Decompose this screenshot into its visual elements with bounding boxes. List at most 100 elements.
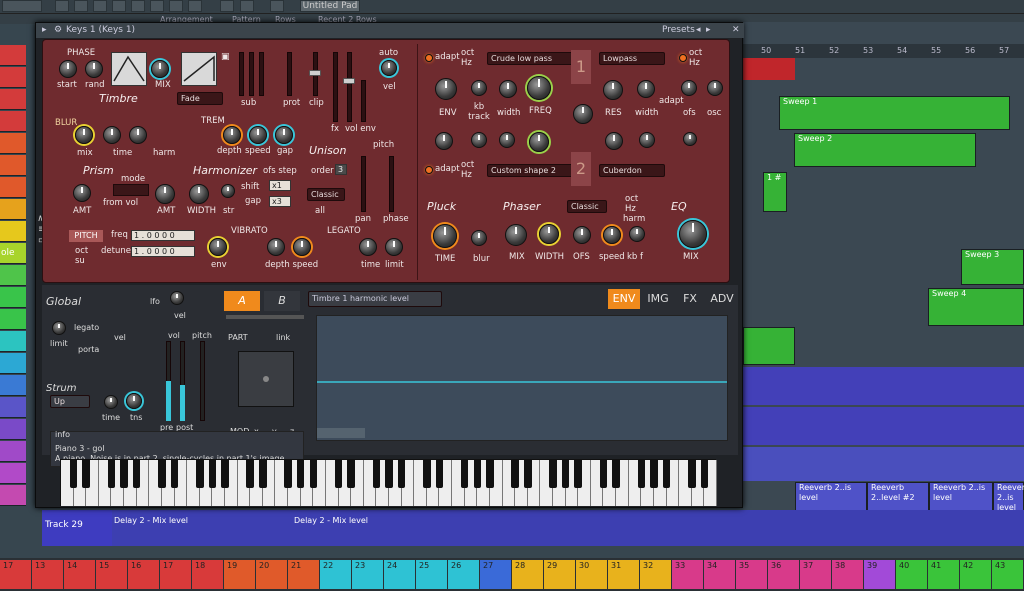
bar-ruler-cell[interactable]: 18 xyxy=(192,560,223,589)
tab-adv[interactable]: ADV xyxy=(706,289,738,309)
automation-lane[interactable] xyxy=(743,447,1024,481)
tab-img[interactable]: IMG xyxy=(642,289,674,309)
bar-ruler-cell[interactable]: 36 xyxy=(768,560,799,589)
black-key[interactable] xyxy=(650,460,658,488)
tab-env[interactable]: ENV xyxy=(608,289,640,309)
close-icon[interactable]: ✕ xyxy=(732,23,740,38)
bar-ruler-cell[interactable]: 34 xyxy=(704,560,735,589)
black-key[interactable] xyxy=(637,460,646,488)
filter1-width2-knob[interactable] xyxy=(637,80,655,98)
filter2-type-dropdown[interactable]: Custom shape 2 xyxy=(487,164,577,177)
track-color-tab[interactable] xyxy=(0,177,26,198)
black-key[interactable] xyxy=(334,460,343,488)
bar-ruler-cell[interactable]: 31 xyxy=(608,560,639,589)
filter2-knob-1[interactable] xyxy=(435,132,453,150)
track-color-tab[interactable] xyxy=(0,287,26,308)
env-target-dropdown[interactable]: Timbre 1 harmonic level xyxy=(308,291,442,307)
bar-ruler[interactable]: 17 13 14 15 16 17 18 19 20 21 22 23 24 25 26 27 28 29 30 31… xyxy=(0,558,1024,591)
tab-fx[interactable]: FX xyxy=(676,289,704,309)
track-color-tab[interactable] xyxy=(0,375,26,396)
vibrato-env-knob[interactable] xyxy=(209,238,227,256)
black-key[interactable] xyxy=(561,460,570,488)
part-a-button[interactable]: A xyxy=(224,291,260,311)
phase-fader[interactable] xyxy=(389,156,394,212)
bar-ruler-cell[interactable]: 43 xyxy=(992,560,1023,589)
track-color-tab[interactable] xyxy=(0,221,26,242)
strum-time-knob[interactable] xyxy=(104,395,118,409)
strum-tns-knob[interactable] xyxy=(126,393,142,409)
track-color-tab[interactable] xyxy=(0,309,26,330)
filter2-knob-2[interactable] xyxy=(471,132,487,148)
unison-mode-dropdown[interactable]: Classic xyxy=(307,188,345,201)
black-key[interactable] xyxy=(69,460,78,488)
trem-gap-knob[interactable] xyxy=(275,126,293,144)
vol-fader-handle[interactable] xyxy=(343,78,355,84)
wave-lock-icon[interactable]: ▣ xyxy=(221,52,230,62)
part-b-button[interactable]: B xyxy=(264,291,300,311)
track-color-tab[interactable] xyxy=(0,441,26,462)
phaser-mode-dropdown[interactable]: Classic xyxy=(567,200,607,213)
filter2-knob-5[interactable] xyxy=(605,132,623,150)
phaser-mix-knob[interactable] xyxy=(505,224,527,246)
filter2-knob-6[interactable] xyxy=(639,132,655,148)
black-key[interactable] xyxy=(132,460,141,488)
pattern-selector[interactable]: Untitled Pad xyxy=(300,0,360,12)
bar-ruler-cell[interactable]: 39 xyxy=(864,560,895,589)
filter1-width-knob[interactable] xyxy=(499,80,517,98)
black-key[interactable] xyxy=(612,460,620,488)
bar-ruler-cell[interactable]: 23 xyxy=(352,560,383,589)
vibrato-depth-knob[interactable] xyxy=(267,238,285,256)
black-key[interactable] xyxy=(82,460,90,488)
toolbar-button[interactable] xyxy=(112,0,126,12)
env-fader[interactable] xyxy=(361,80,366,122)
track-color-tab[interactable] xyxy=(0,485,26,506)
filter2-mode-dropdown[interactable]: Cuberdon xyxy=(599,164,665,177)
bar-ruler-cell[interactable]: 15 xyxy=(96,560,127,589)
bar-ruler-cell[interactable]: 19 xyxy=(224,560,255,589)
gap-value[interactable]: x3 xyxy=(269,196,291,207)
toolbar-button[interactable] xyxy=(150,0,164,12)
track-color-tab[interactable] xyxy=(0,419,26,440)
black-key[interactable] xyxy=(397,460,406,488)
track-color-tab[interactable] xyxy=(0,397,26,418)
audio-clip-red[interactable] xyxy=(743,58,795,80)
black-key[interactable] xyxy=(208,460,217,488)
clip-small[interactable]: 1 # xyxy=(763,172,787,212)
black-key[interactable] xyxy=(549,460,557,488)
phaser-speed-knob[interactable] xyxy=(603,226,621,244)
xy-pad-handle[interactable] xyxy=(263,376,269,382)
track-29-lane[interactable]: Track 29 Delay 2 - Mix level Delay 2 - M… xyxy=(42,510,1024,546)
filter2-knob-4[interactable] xyxy=(529,132,549,152)
filter2-number[interactable]: 2 xyxy=(571,152,591,186)
harm-str-knob[interactable] xyxy=(221,184,235,198)
part-mix-slider[interactable] xyxy=(226,315,304,319)
freq-value[interactable]: 1 . 0 0 0 0 xyxy=(131,230,195,241)
legato-time-knob[interactable] xyxy=(359,238,377,256)
pluck-blur-knob[interactable] xyxy=(471,230,487,246)
clip-fader-handle[interactable] xyxy=(309,70,321,76)
black-key[interactable] xyxy=(385,460,393,488)
pitch-fader[interactable] xyxy=(200,341,205,421)
filter1-number[interactable]: 1 xyxy=(571,50,591,84)
plugin-menu-icon[interactable]: ▸ xyxy=(42,23,47,38)
sub-fader-3[interactable] xyxy=(259,52,264,96)
bar-ruler-cell[interactable]: 40 xyxy=(896,560,927,589)
black-key[interactable] xyxy=(107,460,116,488)
toolbar-button[interactable] xyxy=(188,0,202,12)
bar-ruler-cell[interactable]: 27 xyxy=(480,560,511,589)
track-color-tab[interactable] xyxy=(0,133,26,154)
black-key[interactable] xyxy=(460,460,469,488)
black-key[interactable] xyxy=(170,460,179,488)
automation-lane[interactable] xyxy=(743,367,1024,405)
presets-label[interactable]: Presets xyxy=(662,23,695,38)
track-29-header[interactable]: Track 29 xyxy=(42,510,112,546)
track-color-tab[interactable] xyxy=(0,45,26,66)
delay-clip-2[interactable]: Delay 2 - Mix level xyxy=(294,516,694,546)
track-color-tab[interactable] xyxy=(0,199,26,220)
mix-knob[interactable] xyxy=(151,60,169,78)
filter1-kbtrack-knob[interactable] xyxy=(471,80,487,96)
bar-ruler-cell[interactable]: 17 xyxy=(160,560,191,589)
phaser-kb-knob[interactable] xyxy=(629,226,645,242)
playlist-area[interactable]: 50 51 52 53 54 55 56 57 Sweep 1 Sweep 2 1 # Swe… xyxy=(743,22,1024,518)
order-value[interactable]: 3 xyxy=(335,164,347,175)
